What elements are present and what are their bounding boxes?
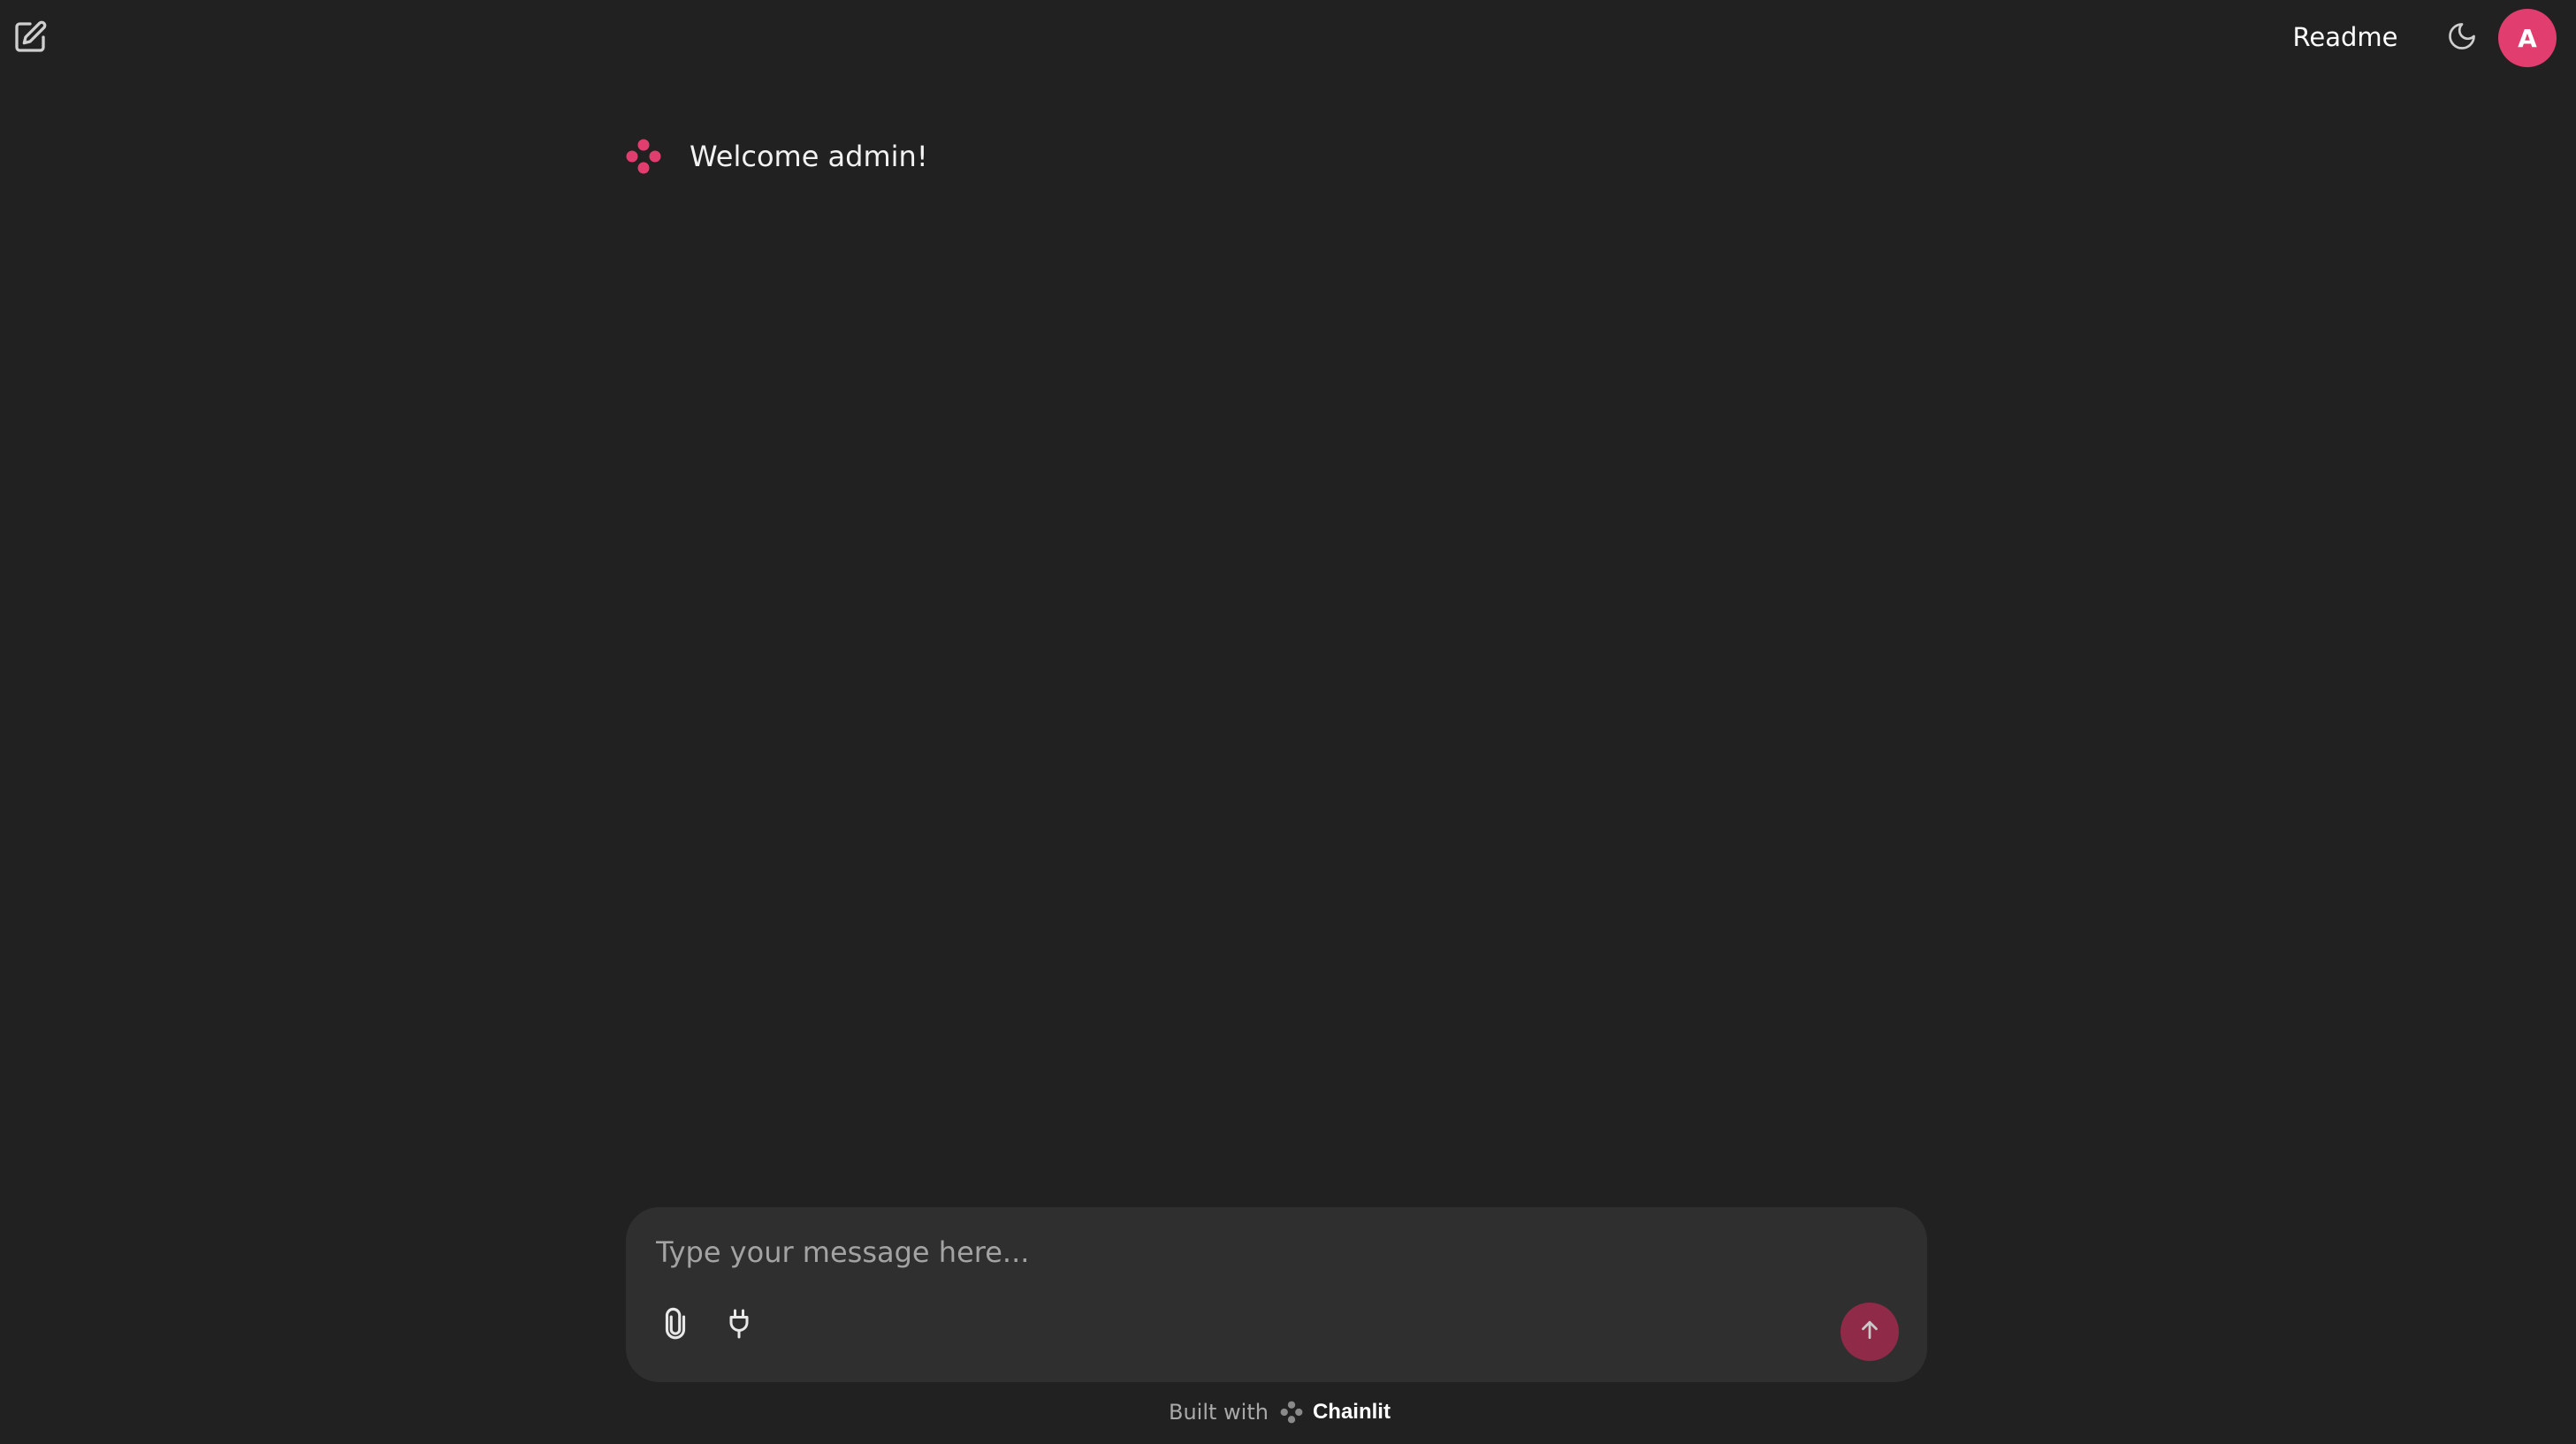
arrow-up-icon: [1856, 1317, 1883, 1347]
paperclip-icon: [659, 1307, 692, 1344]
plug-icon: [723, 1308, 755, 1343]
message-input[interactable]: [654, 1223, 1878, 1281]
readme-button[interactable]: Readme: [2279, 16, 2412, 58]
chat-app: Readme A Welcome admin! Type your messag…: [0, 0, 2576, 1444]
send-button[interactable]: [1841, 1303, 1899, 1361]
message-text: Welcome admin!: [690, 140, 928, 173]
chainlit-mark-icon: [1277, 1398, 1306, 1426]
edit-square-icon: [12, 19, 48, 58]
theme-toggle-button[interactable]: [2440, 16, 2484, 60]
built-with-label: Built with: [1169, 1400, 1269, 1425]
moon-icon: [2446, 20, 2478, 56]
avatar-initial: A: [2518, 23, 2537, 53]
readme-label: Readme: [2292, 22, 2398, 52]
chainlit-logo-icon: [622, 135, 665, 178]
brand-name: Chainlit: [1312, 1400, 1391, 1424]
message-composer: [626, 1207, 1927, 1382]
assistant-message: Welcome admin!: [622, 134, 928, 179]
user-avatar[interactable]: A: [2498, 9, 2557, 67]
new-chat-button[interactable]: [11, 19, 50, 58]
attach-file-button[interactable]: [654, 1304, 697, 1347]
built-with-footer[interactable]: Built with Chainlit: [1169, 1396, 1391, 1428]
mcp-connect-button[interactable]: [718, 1304, 760, 1347]
